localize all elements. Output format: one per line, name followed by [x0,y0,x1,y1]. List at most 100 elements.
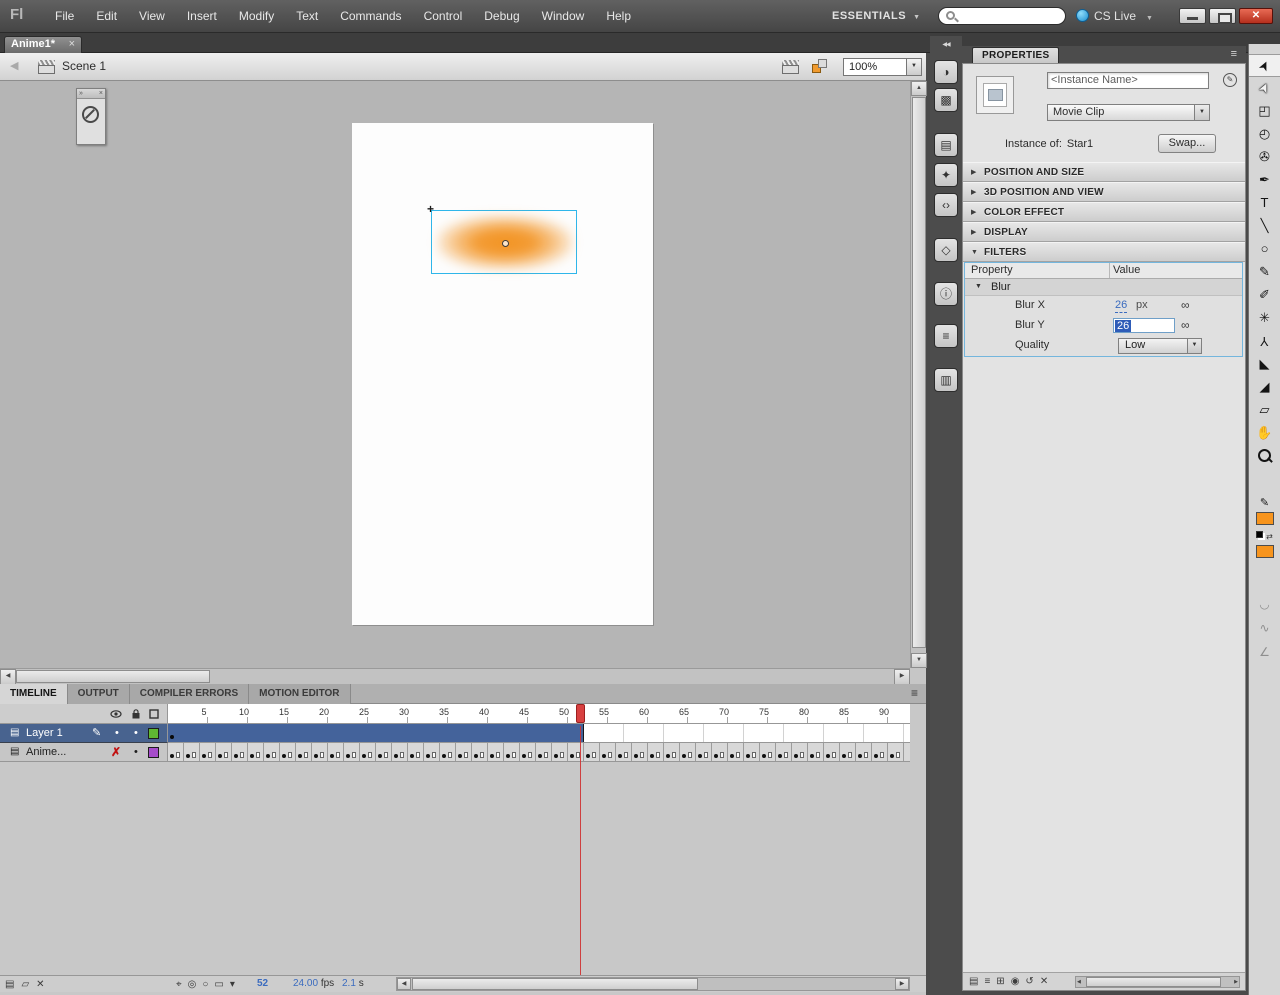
modify-markers-icon[interactable]: ▾ [230,977,235,992]
black-white-icon[interactable] [1256,531,1264,538]
keyframe-cell[interactable] [664,743,680,761]
keyframe-cell[interactable] [856,743,872,761]
3d-rotation-tool[interactable]: ◴ [1249,123,1280,146]
link-values-icon[interactable]: ∞ [1181,296,1190,315]
keyframe-cell[interactable] [216,743,232,761]
scroll-right-icon[interactable]: ▶ [1234,977,1238,987]
layer-name[interactable]: Layer 1 [26,724,63,742]
enable-filter-icon[interactable]: ◉ [1011,974,1020,989]
keyframe-cell[interactable] [792,743,808,761]
keyframe-cell[interactable] [168,743,184,761]
tab-properties[interactable]: PROPERTIES [972,47,1060,63]
keyframe-cell[interactable] [520,743,536,761]
keyframe-cell[interactable] [296,743,312,761]
menu-control[interactable]: Control [413,0,474,32]
selection-tool[interactable]: ➤ [1249,54,1280,77]
layer-row-anime[interactable]: ▤ Anime... ✗ • [0,743,168,762]
tab-close-icon[interactable]: × [69,37,75,52]
anime-layer-frames[interactable] [168,743,910,762]
blur-x-value[interactable]: 26 [1115,299,1128,313]
section-color-effect[interactable]: ▶ COLOR EFFECT [963,202,1245,222]
align-icon[interactable]: ≡ [934,324,958,348]
timeline-ruler[interactable]: 5 10 15 20 25 30 35 40 45 50 55 60 65 70 75 80 85 90 [168,704,910,724]
floating-panel-tool-icon[interactable] [82,106,99,123]
scroll-up-icon[interactable]: ▲ [911,81,927,96]
menu-edit[interactable]: Edit [85,0,128,32]
keyframe-cell[interactable] [680,743,696,761]
tab-output[interactable]: OUTPUT [67,684,130,704]
keyframe-cell[interactable] [776,743,792,761]
stage-horizontal-scrollbar[interactable]: ◀ ▶ [0,668,910,685]
layer-row-layer1[interactable]: ▤ Layer 1 ✎ • • [0,724,168,743]
snap-to-objects-icon[interactable]: ◡ [1249,592,1280,616]
oval-tool[interactable]: ○ [1249,238,1280,261]
show-hide-icon[interactable] [110,708,122,720]
add-filter-icon[interactable]: ▤ [969,974,978,989]
paint-bucket-tool[interactable]: ◣ [1249,353,1280,376]
tab-compiler-errors[interactable]: COMPILER ERRORS [129,684,250,704]
chevron-down-icon[interactable]: ▼ [1194,105,1209,120]
swap-button[interactable]: Swap... [1158,134,1216,153]
stage-canvas[interactable] [352,123,653,625]
edit-multiple-frames-icon[interactable]: ▭ [214,977,223,992]
presets-icon[interactable]: ≡ [984,974,990,989]
info-icon[interactable]: ⓘ [934,282,958,306]
instance-name-field[interactable]: <Instance Name> [1047,72,1209,89]
subselection-tool[interactable]: ➤ [1249,77,1280,100]
center-frame-icon[interactable]: ⌖ [176,977,182,992]
stroke-color-swatch[interactable] [1255,512,1274,525]
hand-tool[interactable]: ✋ [1249,422,1280,445]
search-box[interactable] [938,7,1066,25]
layer1-frames[interactable] [168,724,910,743]
new-folder-icon[interactable]: ▱ [21,977,29,992]
swatches-icon[interactable]: ▩ [934,88,958,112]
frame-rate[interactable]: 24.00 fps [293,976,334,992]
timeline-horizontal-scrollbar[interactable]: ◀ ▶ [396,977,910,991]
menu-commands[interactable]: Commands [329,0,412,32]
section-3d-position-and-view[interactable]: ▶ 3D POSITION AND VIEW [963,182,1245,202]
layer1-frame-span[interactable] [168,724,584,742]
keyframe-cell[interactable] [232,743,248,761]
edit-scene-button[interactable] [782,60,799,74]
lock-dot-icon[interactable]: • [134,743,138,761]
blur-filter-group[interactable]: ▼ Blur [965,279,1242,296]
chevrons-right-icon[interactable]: » [79,89,83,98]
blur-y-input[interactable]: 26 [1113,318,1175,333]
free-transform-tool[interactable]: ◰ [1249,100,1280,123]
floating-panel-header[interactable]: » × [77,89,105,99]
quality-dropdown[interactable]: Low ▼ [1118,338,1202,354]
menu-file[interactable]: File [44,0,85,32]
eyedropper-tool[interactable]: ◢ [1249,376,1280,399]
keyframe-cell[interactable] [424,743,440,761]
chevron-down-icon[interactable]: ▼ [906,59,921,75]
pencil-tool[interactable]: ✎ [1249,261,1280,284]
section-display[interactable]: ▶ DISPLAY [963,222,1245,242]
zoom-level-combo[interactable]: 100% ▼ [843,58,922,76]
keyframe-cell[interactable] [568,743,584,761]
color-icon[interactable]: ◑ [934,60,958,84]
scroll-left-icon[interactable]: ◀ [0,669,16,685]
link-values-icon[interactable]: ∞ [1181,316,1190,335]
filters-scrollbar[interactable]: ◀ ▶ [1075,976,1240,988]
reset-filter-icon[interactable]: ↺ [1025,974,1033,989]
menu-help[interactable]: Help [595,0,642,32]
keyframe-cell[interactable] [744,743,760,761]
keyframe-cell[interactable] [504,743,520,761]
library-icon[interactable]: ▥ [934,368,958,392]
horizontal-scroll-thumb[interactable] [16,670,210,683]
keyframe-cell[interactable] [552,743,568,761]
keyframe-cell[interactable] [824,743,840,761]
keyframe-cell[interactable] [600,743,616,761]
timeline-scroll-thumb[interactable] [412,978,698,990]
menu-text[interactable]: Text [285,0,329,32]
motion-presets-icon[interactable]: ✦ [934,163,958,187]
keyframe-cell[interactable] [472,743,488,761]
menu-modify[interactable]: Modify [228,0,285,32]
layer-outline-color-swatch[interactable] [148,747,159,758]
zoom-tool[interactable] [1249,445,1280,468]
keyframe-cell[interactable] [200,743,216,761]
menu-view[interactable]: View [128,0,176,32]
hidden-x-icon[interactable]: ✗ [111,743,121,761]
edit-class-icon[interactable]: ✎ [1223,73,1237,87]
lock-dot-icon[interactable]: • [134,724,138,742]
